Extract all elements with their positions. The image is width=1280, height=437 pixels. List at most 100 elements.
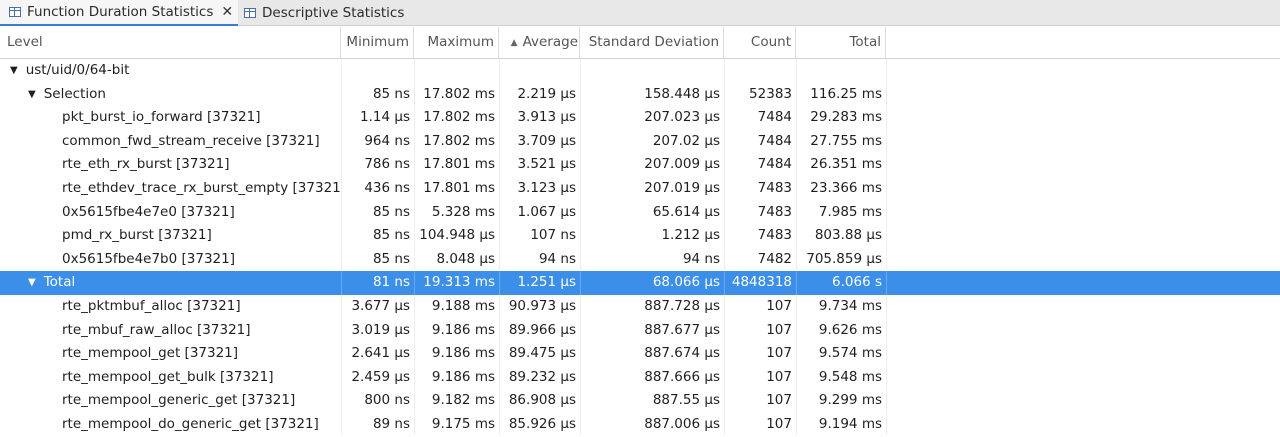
table-row[interactable]: 0x5615fbe4e7b0 [37321] 85 ns 8.048 µs 94 ns… (0, 248, 1280, 272)
avg-cell: 3.521 µs (517, 156, 576, 173)
column-header-minimum[interactable]: Minimum (341, 27, 414, 58)
count-cell: 107 (766, 345, 792, 362)
min-cell: 85 ns (372, 203, 410, 220)
count-cell: 52383 (749, 85, 792, 102)
table-row[interactable]: pkt_burst_io_forward [37321] 1.14 µs 17.80… (0, 106, 1280, 130)
level-cell: 0x5615fbe4e7e0 [37321] (62, 201, 341, 225)
level-cell: rte_pktmbuf_alloc [37321] (62, 295, 341, 319)
min-cell: 85 ns (372, 250, 410, 267)
level-label: ust/uid/0/64-bit (25, 62, 130, 78)
std-cell: 887.677 µs (644, 321, 720, 338)
total-cell: 26.351 ms (810, 156, 882, 173)
count-cell (724, 59, 796, 83)
table-row[interactable]: common_fwd_stream_receive [37321] 964 ns 1… (0, 130, 1280, 154)
level-cell: common_fwd_stream_receive [37321] (62, 130, 341, 154)
avg-cell: 107 ns (530, 227, 576, 244)
table-row[interactable]: rte_mempool_get_bulk [37321] 2.459 µs 9.18… (0, 366, 1280, 390)
column-header-maximum[interactable]: Maximum (414, 27, 499, 58)
total-cell: 705.859 µs (806, 250, 882, 267)
table-row[interactable]: 0x5615fbe4e7e0 [37321] 85 ns 5.328 ms 1.067… (0, 201, 1280, 225)
column-header-total[interactable]: Total (796, 27, 886, 58)
avg-cell: 1.251 µs (517, 274, 576, 291)
min-cell: 85 ns (372, 227, 410, 244)
std-cell: 887.728 µs (644, 298, 720, 314)
column-header-average[interactable]: ▲ Average (499, 27, 580, 58)
level-label: rte_eth_rx_burst [37321] (62, 156, 230, 173)
total-cell: 9.548 ms (818, 368, 882, 385)
tab-descriptive-statistics[interactable]: Descriptive Statistics (238, 0, 438, 26)
avg-cell: 85.926 µs (508, 416, 576, 432)
std-cell (580, 59, 724, 83)
table-row[interactable]: rte_mempool_get [37321] 2.641 µs 9.186 ms 8… (0, 342, 1280, 366)
avg-cell: 89.232 µs (508, 368, 576, 385)
level-label: rte_mempool_get [37321] (62, 345, 239, 362)
count-cell: 107 (766, 298, 792, 314)
avg-cell: 2.219 µs (517, 85, 576, 102)
level-cell: ▼ Total (28, 271, 341, 295)
total-cell: 9.299 ms (818, 392, 882, 409)
level-cell: rte_mempool_generic_get [37321] (62, 389, 341, 413)
table-row[interactable]: pmd_rx_burst [37321] 85 ns 104.948 µs 107 n… (0, 224, 1280, 248)
count-cell: 7483 (757, 227, 792, 244)
level-label: rte_pktmbuf_alloc [37321] (62, 298, 241, 314)
table-row[interactable]: ▼ Selection 85 ns 17.802 ms 2.219 µs 158.448 … (0, 83, 1280, 107)
min-cell: 964 ns (364, 132, 410, 149)
count-cell: 107 (766, 368, 792, 385)
max-cell: 104.948 µs (419, 227, 495, 244)
count-cell: 7484 (757, 132, 792, 149)
level-label: common_fwd_stream_receive [37321] (62, 132, 320, 149)
level-cell: 0x5615fbe4e7b0 [37321] (62, 248, 341, 272)
tab-label: Function Duration Statistics (27, 4, 214, 20)
avg-cell: 89.966 µs (508, 321, 576, 338)
expand-toggle-icon[interactable]: ▼ (28, 271, 36, 295)
level-label: Total (43, 274, 76, 291)
table-row[interactable]: rte_mempool_generic_get [37321] 800 ns 9.1… (0, 389, 1280, 413)
tab-function-duration-statistics[interactable]: Function Duration Statistics ✕ (0, 0, 238, 26)
expand-toggle-icon[interactable]: ▼ (28, 83, 36, 107)
sort-ascending-icon: ▲ (510, 38, 518, 48)
table-row[interactable]: rte_ethdev_trace_rx_burst_empty [37321] 4… (0, 177, 1280, 201)
max-cell: 5.328 ms (431, 203, 495, 220)
level-label: Selection (43, 85, 106, 102)
level-cell: rte_mempool_get [37321] (62, 342, 341, 366)
expand-toggle-icon[interactable]: ▼ (10, 59, 18, 83)
table-row[interactable]: ▼ Total 81 ns 19.313 ms 1.251 µs 68.066 µs 484… (0, 271, 1280, 295)
column-divider (414, 271, 415, 295)
max-cell: 17.801 ms (423, 180, 495, 196)
level-label: 0x5615fbe4e7e0 [37321] (62, 203, 235, 220)
std-cell: 207.023 µs (644, 109, 720, 126)
level-label: pmd_rx_burst [37321] (62, 227, 212, 244)
std-cell: 94 ns (682, 250, 720, 267)
count-cell: 107 (766, 392, 792, 409)
avg-cell (499, 59, 580, 83)
count-cell: 107 (766, 416, 792, 432)
min-cell: 89 ns (372, 416, 410, 432)
level-cell: rte_eth_rx_burst [37321] (62, 153, 341, 177)
std-cell: 207.009 µs (644, 156, 720, 173)
column-header-level[interactable]: Level (0, 27, 341, 58)
min-cell: 2.641 µs (351, 345, 410, 362)
level-cell: rte_mempool_get_bulk [37321] (62, 366, 341, 390)
table-row[interactable]: rte_mempool_do_generic_get [37321] 89 ns 9… (0, 413, 1280, 437)
column-header-standard-deviation[interactable]: Standard Deviation (580, 27, 724, 58)
column-header-count[interactable]: Count (724, 27, 796, 58)
total-cell: 27.755 ms (810, 132, 882, 149)
max-cell: 17.802 ms (423, 132, 495, 149)
table-row[interactable]: rte_eth_rx_burst [37321] 786 ns 17.801 ms 3… (0, 153, 1280, 177)
min-cell: 81 ns (372, 274, 410, 291)
table-row[interactable]: rte_pktmbuf_alloc [37321] 3.677 µs 9.188 m… (0, 295, 1280, 319)
min-cell: 3.019 µs (351, 321, 410, 338)
max-cell: 9.186 ms (431, 345, 495, 362)
column-divider (886, 271, 887, 295)
avg-cell: 89.475 µs (508, 345, 576, 362)
table-row[interactable]: ▼ ust/uid/0/64-bit (0, 59, 1280, 83)
avg-cell: 3.709 µs (517, 132, 576, 149)
min-cell: 3.677 µs (351, 298, 410, 314)
std-cell: 887.55 µs (652, 392, 720, 409)
min-cell: 1.14 µs (360, 109, 410, 126)
min-cell: 786 ns (364, 156, 410, 173)
table-row[interactable]: rte_mbuf_raw_alloc [37321] 3.019 µs 9.186 … (0, 319, 1280, 343)
close-icon[interactable]: ✕ (221, 4, 233, 20)
min-cell: 2.459 µs (351, 368, 410, 385)
level-cell: rte_mempool_do_generic_get [37321] (62, 413, 341, 437)
